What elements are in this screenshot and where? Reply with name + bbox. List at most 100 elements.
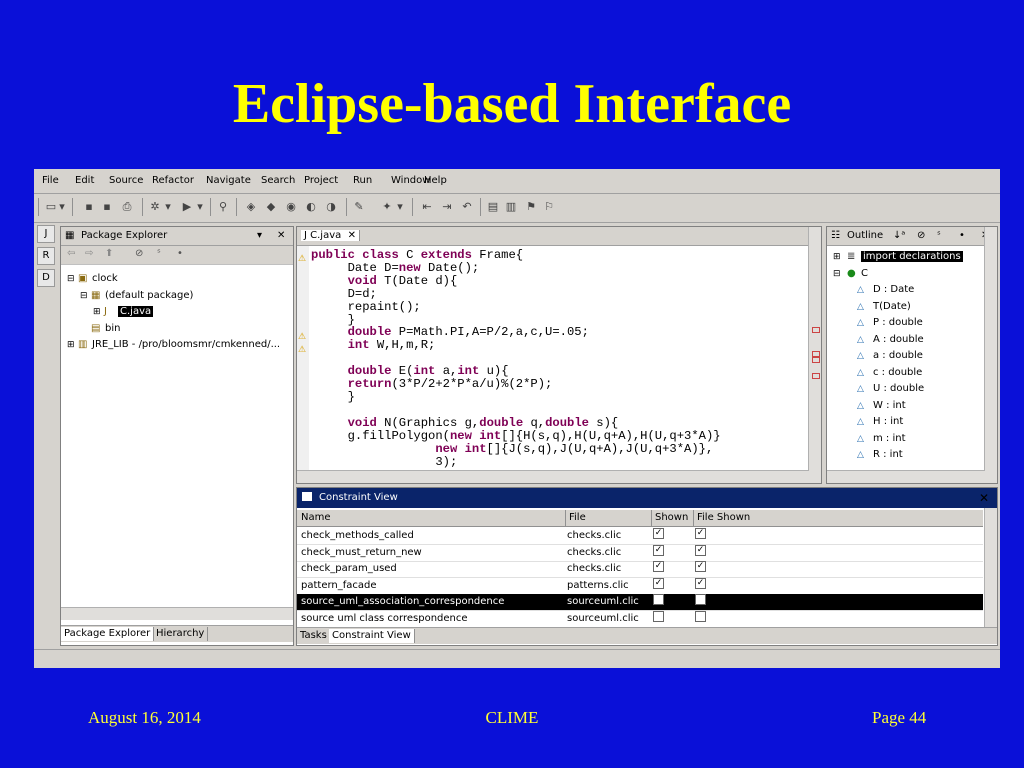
expand-icon[interactable]: ⊞ [93, 304, 104, 320]
prev-annotation-icon[interactable]: ⇤ [420, 200, 434, 214]
close-icon[interactable]: ✕ [277, 230, 285, 241]
collapse-icon[interactable]: ⊟ [80, 288, 91, 304]
column-header[interactable]: Shown [651, 510, 688, 526]
menu-navigate[interactable]: Navigate [206, 175, 251, 186]
hide-fields-icon[interactable]: ⊘ [917, 230, 925, 241]
hide-static-icon[interactable]: ˢ [937, 230, 941, 241]
expand-icon[interactable]: ⊞ [833, 249, 847, 265]
outline-item[interactable]: ⊟ ● C [833, 266, 868, 282]
dropdown-arrow-icon[interactable]: ▾ [58, 200, 66, 214]
menu-help[interactable]: Help [424, 175, 447, 186]
tree-item[interactable]: ⊟ ▣ clock [67, 271, 118, 287]
pin-icon[interactable]: ⚑ [524, 200, 538, 214]
new-wizard-icon[interactable]: ▭ [44, 200, 58, 214]
forward-icon[interactable]: ⇨ [85, 248, 93, 259]
menu-source[interactable]: Source [109, 175, 143, 186]
tree-item[interactable]: ⊞ J C.java [93, 304, 154, 320]
open-scrapbook-icon[interactable]: ◑ [324, 200, 338, 214]
menu-run[interactable]: Run [353, 175, 372, 186]
tab-tasks[interactable]: Tasks [297, 629, 331, 643]
search-icon[interactable]: ⚲ [216, 200, 230, 214]
shown-checkbox[interactable] [653, 611, 664, 622]
shown-checkbox[interactable]: ✓ [653, 561, 664, 573]
dropdown-arrow-icon[interactable]: ▾ [164, 200, 172, 214]
outline-item[interactable]: △ P : double [857, 315, 923, 331]
column-header[interactable]: Name [301, 510, 331, 526]
debug-icon[interactable]: ✲ [148, 200, 162, 214]
column-header[interactable]: File Shown [693, 510, 750, 526]
collapse-icon[interactable]: ⊟ [833, 266, 847, 282]
open-class-icon[interactable]: ◉ [284, 200, 298, 214]
print-icon[interactable]: ⎙ [120, 200, 134, 214]
show-source-icon[interactable]: ▤ [486, 200, 500, 214]
file-shown-checkbox[interactable]: ✓ [695, 561, 706, 573]
outline-item[interactable]: ⊞ ≣ import declarations [833, 249, 963, 265]
edit-icon[interactable]: ✎ [352, 200, 366, 214]
menu-project[interactable]: Project [304, 175, 338, 186]
resource-perspective-icon[interactable]: R [37, 247, 55, 265]
outline-item[interactable]: △ T(Date) [857, 299, 911, 315]
menu-file[interactable]: File [42, 175, 59, 186]
expand-icon[interactable]: ⊞ [67, 337, 78, 353]
tree-item[interactable]: ⊟ ▦ (default package) [80, 288, 193, 304]
table-row[interactable]: check_methods_called checks.clic ✓ ✓ [297, 528, 983, 545]
close-icon[interactable]: ✕ [344, 230, 356, 241]
source-code[interactable]: public class C extends Frame{ Date D=new… [311, 249, 721, 468]
back-icon[interactable]: ↶ [460, 200, 474, 214]
tab-hierarchy[interactable]: Hierarchy [153, 627, 209, 641]
tab-constraint-view[interactable]: Constraint View [329, 629, 415, 643]
external-tools-icon[interactable]: ✦ [380, 200, 394, 214]
hide-nonpublic-icon[interactable]: • [959, 230, 965, 241]
open-type-icon[interactable]: ◈ [244, 200, 258, 214]
vertical-scrollbar[interactable] [984, 227, 997, 483]
filter-icon[interactable]: ⊘ [135, 248, 143, 259]
sort-icon[interactable]: ↓ᵃ [893, 230, 905, 241]
save-icon[interactable]: ▪ [82, 200, 96, 214]
table-row[interactable]: source uml class correspondence sourceuml… [297, 611, 983, 628]
menu-edit[interactable]: Edit [75, 175, 94, 186]
java-perspective-icon[interactable]: J [37, 225, 55, 243]
save-all-icon[interactable]: ▪ [100, 200, 114, 214]
tree-item[interactable]: ▤ bin [80, 321, 120, 337]
hide-static-icon[interactable]: ˢ [157, 248, 161, 259]
shown-checkbox[interactable]: ✓ [653, 544, 664, 556]
outline-item[interactable]: △ W : int [857, 398, 906, 414]
hide-nonpublic-icon[interactable]: • [177, 248, 183, 259]
horizontal-scrollbar[interactable] [61, 607, 293, 620]
back-icon[interactable]: ⇦ [67, 248, 75, 259]
outline-item[interactable]: △ a : double [857, 348, 923, 364]
file-shown-checkbox[interactable]: ✓ [695, 544, 706, 556]
outline-item[interactable]: △ H : int [857, 414, 903, 430]
restore-icon[interactable]: ▥ [504, 200, 518, 214]
menu-search[interactable]: Search [261, 175, 295, 186]
outline-item[interactable]: △ U : double [857, 381, 924, 397]
horizontal-scrollbar[interactable] [827, 470, 985, 483]
file-shown-checkbox[interactable] [695, 611, 706, 622]
outline-item[interactable]: △ m : int [857, 431, 906, 447]
outline-item[interactable]: △ R : int [857, 447, 903, 463]
horizontal-scrollbar[interactable] [297, 470, 809, 483]
open-interface-icon[interactable]: ◐ [304, 200, 318, 214]
table-row[interactable]: check_param_used checks.clic ✓ ✓ [297, 561, 983, 579]
file-shown-checkbox[interactable] [695, 594, 706, 606]
dropdown-arrow-icon[interactable]: ▾ [396, 200, 404, 214]
tab-c-java[interactable]: J C.java ✕ [301, 230, 361, 241]
table-row[interactable]: source_uml_association_correspondence sou… [297, 594, 983, 612]
column-header[interactable]: File [565, 510, 586, 526]
debug-perspective-icon[interactable]: D [37, 269, 55, 287]
close-icon[interactable]: ✕ [979, 491, 989, 505]
shown-checkbox[interactable]: ✓ [653, 528, 664, 539]
shown-checkbox[interactable] [653, 594, 664, 606]
run-icon[interactable]: ▶ [180, 200, 194, 214]
table-row[interactable]: pattern_facade patterns.clic ✓ ✓ [297, 577, 983, 595]
file-shown-checkbox[interactable]: ✓ [695, 528, 706, 539]
open-package-icon[interactable]: ◆ [264, 200, 278, 214]
collapse-icon[interactable]: ⊟ [67, 271, 78, 287]
next-annotation-icon[interactable]: ⇥ [440, 200, 454, 214]
dropdown-arrow-icon[interactable]: ▾ [196, 200, 204, 214]
shown-checkbox[interactable]: ✓ [653, 577, 664, 589]
vertical-scrollbar[interactable] [984, 508, 997, 629]
up-icon[interactable]: ⬆ [105, 248, 113, 259]
view-menu-icon[interactable]: ▾ [257, 230, 262, 241]
file-shown-checkbox[interactable]: ✓ [695, 577, 706, 589]
